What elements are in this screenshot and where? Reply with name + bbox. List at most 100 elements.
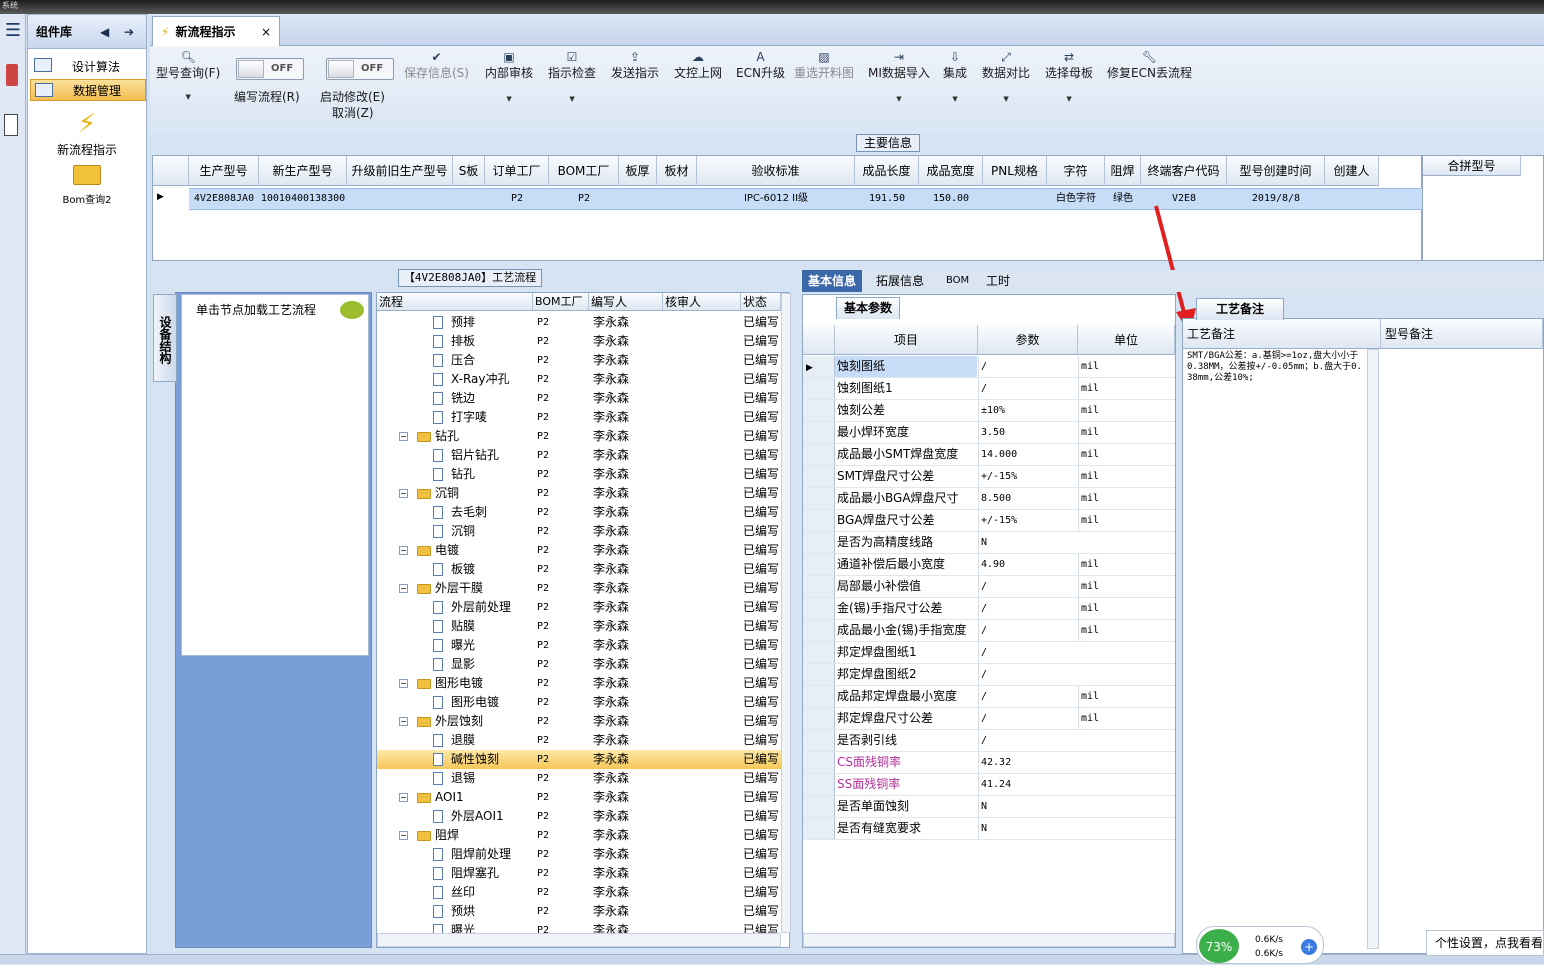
tab-new-process[interactable]: ⚡ 新流程指示 × [152,16,280,46]
row-header[interactable] [803,554,835,575]
param-row[interactable]: SS面残铜率 41.24 [803,774,1175,796]
collapse-icon[interactable]: − [399,584,408,593]
row-header[interactable] [803,444,835,465]
param-value[interactable]: 41.24 [978,774,1078,795]
tree-row[interactable]: 钻孔 P2 李永森 已编写 [377,465,781,484]
collapse-left-icon[interactable]: ◀ [100,25,109,39]
column-header[interactable]: S板 [453,156,485,186]
tree-row[interactable]: − AOI1 P2 李永森 已编写 [377,788,781,807]
tree-row[interactable]: 铝片钻孔 P2 李永森 已编写 [377,446,781,465]
param-row[interactable]: 成品最小BGA焊盘尺寸 8.500 mil [803,488,1175,510]
tree-row[interactable]: − 钻孔 P2 李永森 已编写 [377,427,781,446]
table-cell[interactable]: 10010400138300 [259,189,347,209]
tree-row[interactable]: − 电镀 P2 李永森 已编写 [377,541,781,560]
chevron-down-icon[interactable]: ▼ [548,95,596,103]
column-header[interactable]: 核审人 [663,293,741,311]
tree-row[interactable]: 丝印 P2 李永森 已编写 [377,883,781,902]
row-header[interactable] [803,730,835,751]
param-row[interactable]: 局部最小补偿值 / mil [803,576,1175,598]
param-value[interactable]: 4.90 [978,554,1078,575]
row-header[interactable] [803,378,835,399]
chevron-down-icon[interactable]: ▼ [982,95,1030,103]
pin-icon[interactable]: ➔ [124,25,134,39]
param-value[interactable]: / [978,664,1078,685]
param-value[interactable]: / [978,576,1078,597]
horizontal-scrollbar[interactable] [377,933,781,947]
column-header[interactable]: 板材 [657,156,697,186]
tile-bom-query[interactable]: Bom查询2 [28,165,146,206]
select-motherboard-button[interactable]: ⇄ 选择母板 ▼ [1045,50,1093,103]
param-row[interactable]: 成品最小金(锡)手指宽度 / mil [803,620,1175,642]
row-header[interactable] [803,598,835,619]
tree-row[interactable]: 退锡 P2 李永森 已编写 [377,769,781,788]
column-header[interactable]: 参数 [978,325,1078,355]
table-cell[interactable]: IPC-6012 II级 [697,189,855,209]
row-header[interactable] [803,422,835,443]
table-cell[interactable] [453,189,485,209]
ecn-upgrade-button[interactable]: A ECN升级 [736,50,785,81]
collapse-icon[interactable]: − [399,489,408,498]
mi-data-import-button[interactable]: ⇥ MI数据导入 ▼ [868,50,930,103]
instruction-check-button[interactable]: ☑ 指示检查 ▼ [548,50,596,103]
tree-row[interactable]: 排板 P2 李永森 已编写 [377,332,781,351]
collapse-icon[interactable]: − [399,546,408,555]
network-monitor-widget[interactable]: 73% 0.6K/s 0.6K/s + [1196,926,1324,964]
param-row[interactable]: 金(锡)手指尺寸公差 / mil [803,598,1175,620]
tree-row[interactable]: 贴膜 P2 李永森 已编写 [377,617,781,636]
tree-row[interactable]: 外层前处理 P2 李永森 已编写 [377,598,781,617]
param-row[interactable]: 是否有缝宽要求 N [803,818,1175,840]
table-cell[interactable]: 绿色 [1105,189,1141,209]
column-header[interactable]: 型号创建时间 [1227,156,1325,186]
tab-close-icon[interactable]: × [261,25,271,39]
row-header[interactable] [803,818,835,839]
table-cell[interactable] [983,189,1047,209]
tab-extended-info[interactable]: 拓展信息 [870,270,930,292]
chevron-down-icon[interactable]: ▼ [868,95,930,103]
tree-row[interactable]: 预烘 P2 李永森 已编写 [377,902,781,921]
table-cell[interactable]: 150.00 [919,189,983,209]
row-header[interactable] [803,796,835,817]
param-value[interactable]: ±10% [978,400,1078,421]
write-process-toggle[interactable]: OFF [236,58,304,80]
param-value[interactable]: / [978,642,1078,663]
param-value[interactable]: 14.000 [978,444,1078,465]
param-value[interactable]: / [978,708,1078,729]
column-header[interactable]: 阻焊 [1105,156,1141,186]
column-header[interactable]: 订单工厂 [485,156,549,186]
chevron-down-icon[interactable]: ▼ [1045,95,1093,103]
start-edit-toggle[interactable]: OFF [326,58,394,80]
horizontal-scrollbar[interactable] [803,933,1175,947]
column-header[interactable]: 升级前旧生产型号 [347,156,453,186]
table-cell[interactable]: 白色字符 [1047,189,1105,209]
column-header[interactable]: 状态 [741,293,781,311]
param-value[interactable]: / [978,730,1078,751]
column-header[interactable]: 成品长度 [855,156,919,186]
param-value[interactable]: 8.500 [978,488,1078,509]
collapse-icon[interactable]: − [399,793,408,802]
row-header[interactable] [803,620,835,641]
param-value[interactable]: / [978,620,1078,641]
model-query-button[interactable]: 🔍︎ 型号查询(F) ▼ [156,50,220,101]
param-row[interactable]: 通道补偿后最小宽度 4.90 mil [803,554,1175,576]
integrate-button[interactable]: ⇩ 集成 ▼ [943,50,967,103]
tree-row[interactable]: 阻焊前处理 P2 李永森 已编写 [377,845,781,864]
column-header[interactable]: 创建人 [1325,156,1379,186]
tree-row[interactable]: − 图形电镀 P2 李永森 已编写 [377,674,781,693]
column-header[interactable]: 验收标准 [697,156,855,186]
row-header[interactable]: ▶ [803,356,835,377]
document-icon[interactable] [4,114,18,136]
column-header[interactable]: 单位 [1078,325,1175,355]
tree-row[interactable]: 去毛刺 P2 李永森 已编写 [377,503,781,522]
row-header[interactable] [803,664,835,685]
column-header[interactable]: 字符 [1047,156,1105,186]
personal-settings-tooltip[interactable]: 个性设置，点我看看 [1426,930,1544,956]
tab-basic-info[interactable]: 基本信息 [802,270,863,292]
param-value[interactable]: +/-15% [978,510,1078,531]
row-header[interactable] [803,708,835,729]
column-header[interactable]: BOM工厂 [533,293,589,311]
table-cell[interactable]: 4V2E808JA0 [189,189,259,209]
collapse-icon[interactable]: − [399,717,408,726]
param-value[interactable]: / [978,378,1078,399]
tree-row[interactable]: 打字唛 P2 李永森 已编写 [377,408,781,427]
plus-icon[interactable]: + [1301,939,1317,955]
